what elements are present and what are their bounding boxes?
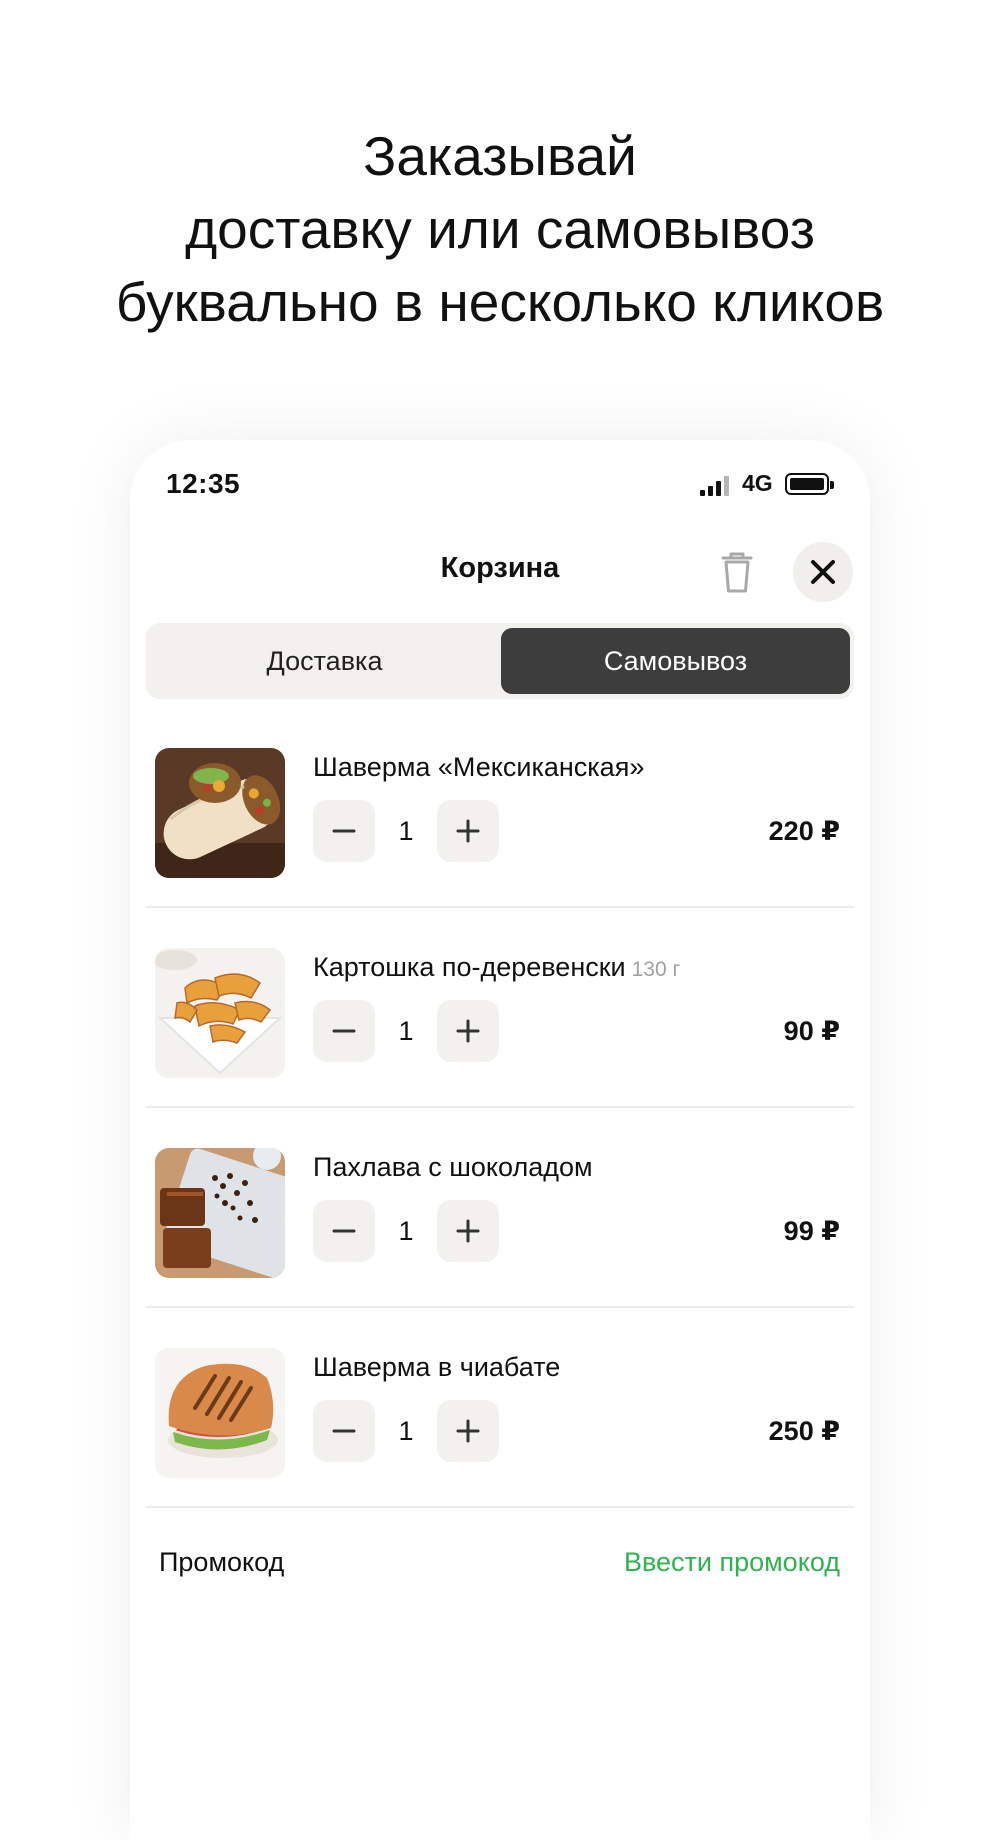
decrease-button[interactable] xyxy=(313,1200,375,1262)
increase-button[interactable] xyxy=(437,800,499,862)
item-title: Шаверма в чиабате xyxy=(313,1352,561,1382)
cart-item: Картошка по-деревенски 130 г 1 90 ₽ xyxy=(130,908,870,1108)
increase-button[interactable] xyxy=(437,1400,499,1462)
signal-icon xyxy=(700,476,732,496)
item-name: Шаверма «Мексиканская» xyxy=(313,752,644,783)
decrease-button[interactable] xyxy=(313,800,375,862)
promo-row: Промокод Ввести промокод xyxy=(130,1535,870,1595)
cart-item: Шаверма «Мексиканская» 1 220 ₽ xyxy=(130,708,870,908)
item-price: 220 ₽ xyxy=(768,816,840,846)
item-weight: 130 г xyxy=(631,958,681,981)
baklava-photo xyxy=(155,1148,285,1278)
cart-item: Пахлава с шоколадом 1 99 ₽ xyxy=(130,1108,870,1308)
trash-icon[interactable] xyxy=(715,548,759,596)
tab-delivery[interactable]: Доставка xyxy=(150,628,499,694)
divider xyxy=(146,1506,854,1508)
headline-line: буквально в несколько кликов xyxy=(115,271,885,333)
cart-items-list: Шаверма «Мексиканская» 1 220 ₽ Картошка … xyxy=(130,708,870,1508)
close-icon xyxy=(811,560,835,584)
increase-button[interactable] xyxy=(437,1000,499,1062)
item-price: 90 ₽ xyxy=(783,1016,840,1046)
item-quantity: 1 xyxy=(398,1416,414,1446)
tab-pickup[interactable]: Самовывоз xyxy=(501,628,850,694)
minus-icon xyxy=(332,1429,356,1433)
item-price: 250 ₽ xyxy=(768,1416,840,1446)
item-quantity: 1 xyxy=(398,816,414,846)
headline-line: доставку или самовывоз xyxy=(185,198,815,260)
close-button[interactable] xyxy=(793,542,853,602)
item-name: Картошка по-деревенски 130 г xyxy=(313,952,680,983)
item-title: Картошка по-деревенски xyxy=(313,952,626,982)
minus-icon xyxy=(332,829,356,833)
potato-wedges-photo xyxy=(155,948,285,1078)
headline: Заказывай доставку или самовывоз букваль… xyxy=(0,120,1000,339)
status-time: 12:35 xyxy=(166,468,241,499)
plus-icon xyxy=(456,819,480,843)
item-title: Шаверма «Мексиканская» xyxy=(313,752,645,782)
item-quantity: 1 xyxy=(398,1016,414,1046)
item-name: Шаверма в чиабате xyxy=(313,1352,560,1383)
headline-line: Заказывай xyxy=(363,125,637,187)
item-quantity: 1 xyxy=(398,1216,414,1246)
cart-title: Корзина xyxy=(440,552,560,584)
item-price: 99 ₽ xyxy=(783,1216,840,1246)
ciabatta-sandwich-photo xyxy=(155,1348,285,1478)
minus-icon xyxy=(332,1229,356,1233)
status-bar: 12:35 4G xyxy=(130,440,870,520)
delivery-mode-switch: Доставка Самовывоз xyxy=(146,623,854,699)
phone-screen: 12:35 4G Корзина Доставка Самовывоз Шаве… xyxy=(130,440,870,1840)
enter-promo-link[interactable]: Ввести промокод xyxy=(624,1547,840,1578)
plus-icon xyxy=(456,1219,480,1243)
network-type: 4G xyxy=(742,470,773,496)
item-name: Пахлава с шоколадом xyxy=(313,1152,593,1183)
plus-icon xyxy=(456,1419,480,1443)
decrease-button[interactable] xyxy=(313,1000,375,1062)
increase-button[interactable] xyxy=(437,1200,499,1262)
plus-icon xyxy=(456,1019,480,1043)
minus-icon xyxy=(332,1029,356,1033)
wrap-photo xyxy=(155,748,285,878)
item-title: Пахлава с шоколадом xyxy=(313,1152,593,1182)
cart-item: Шаверма в чиабате 1 250 ₽ xyxy=(130,1308,870,1508)
battery-icon xyxy=(785,473,834,495)
decrease-button[interactable] xyxy=(313,1400,375,1462)
promo-label: Промокод xyxy=(159,1547,285,1577)
